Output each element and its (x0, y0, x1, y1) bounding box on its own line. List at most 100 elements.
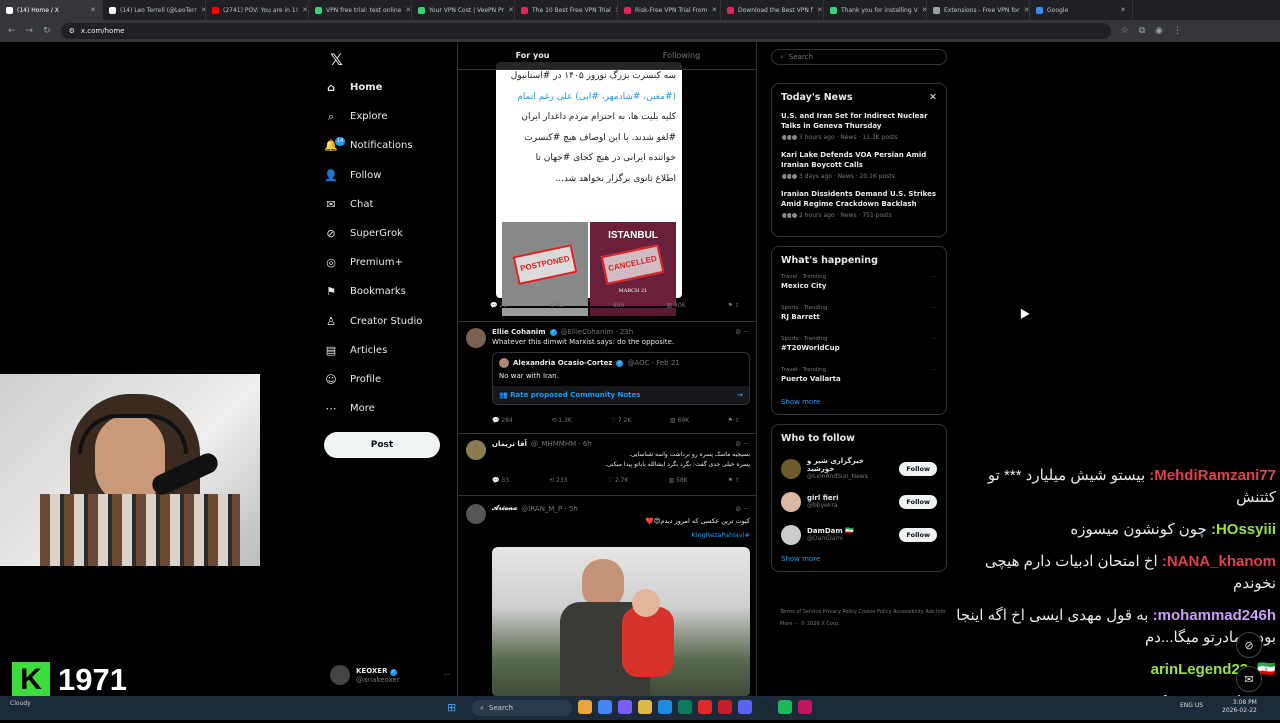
more-icon[interactable]: ··· (932, 305, 937, 336)
trend-item[interactable]: Sports · Trending RJ Barrett ··· (781, 305, 937, 336)
tab-for-you[interactable]: For you (458, 42, 607, 69)
more-icon[interactable]: ⊘ ··· (735, 505, 750, 513)
app-icon[interactable] (618, 700, 632, 714)
folder-icon[interactable] (638, 700, 652, 714)
follow-button[interactable]: Follow (899, 527, 937, 542)
browser-tab[interactable]: (14) Home / X ✕ (0, 0, 103, 20)
tab-following[interactable]: Following (607, 42, 756, 69)
weather-widget[interactable]: Cloudy (10, 700, 31, 707)
post-agha-teriman[interactable]: آقا تریمان @_MHMMHM · 6h ⊘ ··· بسیجیه ما… (458, 434, 756, 496)
close-icon[interactable]: ✕ (817, 6, 823, 14)
more-icon[interactable]: ⊘ ··· (735, 440, 750, 448)
more-icon[interactable]: ··· (443, 671, 450, 679)
follow-suggestion[interactable]: DamDam 🇮🇷 @DamDami Follow (781, 518, 937, 551)
close-icon[interactable]: ✕ (1120, 6, 1126, 14)
views-icon[interactable]: ▥ 69K (670, 417, 689, 424)
grok-icon[interactable]: ⊘ (1236, 632, 1262, 658)
footer-links[interactable]: Terms of Service Privacy Policy Cookie P… (780, 606, 946, 630)
chrome-icon[interactable] (598, 700, 612, 714)
post-image[interactable]: سه کنسرت بزرگ نوروز ۱۴۰۵ در #استانبول (#… (496, 62, 682, 316)
browser-tab[interactable]: (14) Leo Terrell (@LeoTerr✕ (103, 0, 206, 20)
more-icon[interactable]: ··· (932, 367, 937, 398)
browser-tab[interactable]: Download the Best VPN f ✕ (721, 0, 824, 20)
author-name[interactable]: آقا تریمان (492, 440, 527, 448)
discord-icon[interactable] (738, 700, 752, 714)
close-icon[interactable]: ✕ (929, 92, 937, 103)
x-logo[interactable]: 𝕏 (330, 50, 343, 69)
reload-icon[interactable]: ↻ (43, 26, 51, 36)
nav-item-chat[interactable]: ✉ Chat (324, 190, 454, 219)
news-item[interactable]: Kari Lake Defends VOA Persian Amid Irani… (781, 150, 937, 180)
show-more-link[interactable]: Show more (781, 555, 937, 563)
browser-tab[interactable]: Risk-Free VPN Trial From ✕ (618, 0, 721, 20)
repost-icon[interactable]: ⟲ 1.3K (551, 417, 571, 424)
follow-button[interactable]: Follow (899, 494, 937, 509)
nav-item-more[interactable]: ⋯ More (324, 394, 454, 423)
nav-item-premium-[interactable]: ◎ Premium+ (324, 248, 454, 277)
app-icon[interactable] (678, 700, 692, 714)
views-icon[interactable]: ▥ 30K (666, 302, 685, 309)
back-icon[interactable]: ← (8, 26, 16, 36)
author-avatar[interactable] (466, 440, 486, 460)
account-switcher[interactable]: KEOXER ✓ @ariakeoxer ··· (330, 662, 450, 688)
nav-item-follow[interactable]: 👤 Follow (324, 161, 454, 190)
taskbar-clock[interactable]: 3:08 PM 2026-02-22 (1222, 699, 1257, 715)
app-icon[interactable] (798, 700, 812, 714)
post-persian-concert[interactable]: سه کنسرت بزرگ نوروز ۱۴۰۵ در #استانبول (#… (458, 42, 756, 322)
windows-start-icon[interactable]: ⊞ (447, 701, 456, 714)
address-bar[interactable]: ⚙ x.com/home (60, 23, 1111, 39)
post-photo[interactable] (492, 547, 750, 696)
bookmark-icon[interactable]: ⚑ ⇪ (728, 302, 740, 309)
nav-item-explore[interactable]: ⌕ Explore (324, 102, 454, 131)
browser-tab[interactable]: (2741) POV: You are in 1! ✕ (206, 0, 309, 20)
author-name[interactable]: Ellie Cohanim (492, 328, 546, 336)
spotify-icon[interactable] (778, 700, 792, 714)
more-icon[interactable]: ⊘ ··· (735, 328, 750, 336)
browser-tab[interactable]: The 10 Best Free VPN Trial✕ (515, 0, 618, 20)
close-icon[interactable]: ✕ (1024, 6, 1029, 14)
app-icon[interactable] (698, 700, 712, 714)
follow-suggestion[interactable]: girl fieri @bbyekra Follow (781, 485, 937, 518)
more-icon[interactable]: ··· (932, 336, 937, 367)
extensions-icon[interactable]: ⧉ (1139, 26, 1145, 36)
like-icon[interactable]: ♡ 2.7K (608, 477, 629, 484)
community-notes-bar[interactable]: 👥 Rate proposed Community Notes → (493, 386, 749, 404)
reply-icon[interactable]: 💬 33 (492, 477, 509, 484)
edge-icon[interactable] (658, 700, 672, 714)
browser-tab[interactable]: Thank you for installing V ✕ (824, 0, 927, 20)
close-icon[interactable]: ✕ (302, 6, 308, 14)
search-input[interactable]: ⌕ Search (771, 49, 947, 65)
views-icon[interactable]: ▥ 58K (668, 477, 687, 484)
language-indicator[interactable]: ENG US (1180, 702, 1203, 709)
show-more-link[interactable]: Show more (781, 398, 937, 406)
messages-icon[interactable]: ✉ (1236, 666, 1262, 692)
author-name[interactable]: 𝓐𝓻𝓲𝓪𝓷𝓪 (492, 504, 517, 513)
taskbar-search[interactable]: ⌕ Search (472, 700, 572, 716)
author-avatar[interactable] (466, 328, 486, 348)
nav-item-creator-studio[interactable]: ♙ Creator Studio (324, 307, 454, 336)
steam-icon[interactable] (758, 700, 772, 714)
close-icon[interactable]: ✕ (508, 6, 514, 14)
app-icon[interactable] (578, 700, 592, 714)
trend-item[interactable]: Travel · Trending Mexico City ··· (781, 274, 937, 305)
close-icon[interactable]: ✕ (711, 6, 717, 14)
reply-icon[interactable]: 💬 284 (492, 417, 513, 424)
trend-item[interactable]: Travel · Trending Puerto Vallarta ··· (781, 367, 937, 398)
nav-item-notifications[interactable]: 🔔 Notifications (324, 131, 454, 160)
browser-tab[interactable]: Your VPN Cost | VeePN Pr ✕ (412, 0, 515, 20)
post-ellie-cohanim[interactable]: Ellie Cohanim ✓ @ElliеCohanim · 23h ⊘ ··… (458, 322, 756, 434)
nav-item-articles[interactable]: ▤ Articles (324, 336, 454, 365)
nav-item-supergrok[interactable]: ⊘ SuperGrok (324, 219, 454, 248)
app-icon[interactable] (718, 700, 732, 714)
nav-item-home[interactable]: ⌂ Home (324, 73, 454, 102)
post-hashtag[interactable]: #KingRezaPahlavi (492, 531, 750, 539)
post-ariana[interactable]: 𝓐𝓻𝓲𝓪𝓷𝓪 @IRAN_M_P · 5h ⊘ ··· کیوت ترین عک… (458, 498, 756, 696)
browser-tab[interactable]: Extensions - Free VPN for ✕ (927, 0, 1030, 20)
follow-suggestion[interactable]: خبرگزاری شیر و خورشید @LionAndSun_News Fol… (781, 452, 937, 485)
repost-icon[interactable]: ⟲ 233 (549, 477, 567, 484)
news-item[interactable]: U.S. and Iran Set for Indirect Nuclear T… (781, 111, 937, 141)
close-icon[interactable]: ✕ (90, 6, 96, 14)
nav-item-profile[interactable]: ☺ Profile (324, 365, 454, 394)
forward-icon[interactable]: → (26, 26, 34, 36)
trend-item[interactable]: Sports · Trending #T20WorldCup ··· (781, 336, 937, 367)
